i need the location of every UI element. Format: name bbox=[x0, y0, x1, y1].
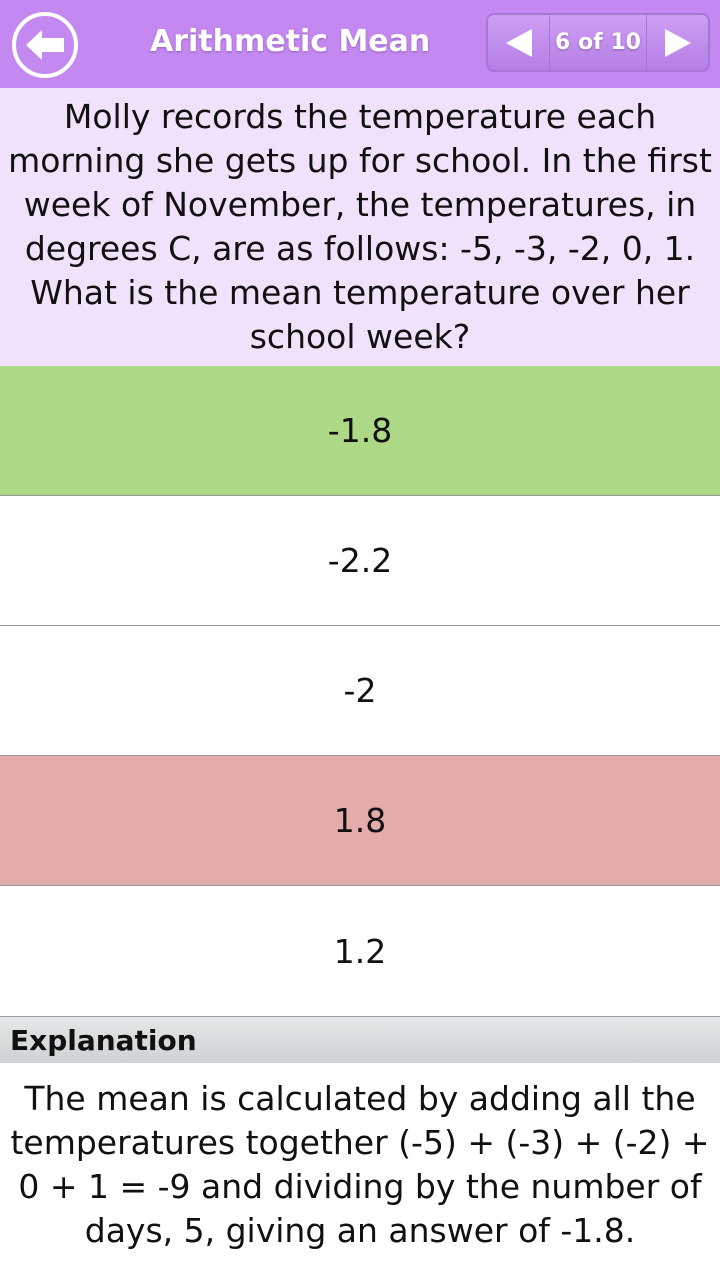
header-bar: Arithmetic Mean 6 of 10 bbox=[0, 0, 720, 88]
question-text: Molly records the temperature each morni… bbox=[8, 97, 712, 356]
next-question-button[interactable] bbox=[646, 15, 708, 70]
answer-option[interactable]: -2.2 bbox=[0, 496, 720, 626]
answer-option[interactable]: -1.8 bbox=[0, 366, 720, 496]
arrow-left-icon bbox=[26, 30, 64, 60]
previous-question-button[interactable] bbox=[488, 15, 550, 70]
answer-option[interactable]: 1.2 bbox=[0, 886, 720, 1016]
answer-option[interactable]: -2 bbox=[0, 626, 720, 756]
answer-label: -2 bbox=[343, 671, 377, 710]
answer-list: -1.8 -2.2 -2 1.8 1.2 bbox=[0, 366, 720, 1016]
explanation-text: The mean is calculated by adding all the… bbox=[10, 1079, 710, 1250]
triangle-right-icon bbox=[664, 28, 691, 57]
triangle-left-icon bbox=[505, 28, 532, 57]
answer-label: 1.8 bbox=[333, 801, 387, 840]
explanation-heading: Explanation bbox=[0, 1016, 720, 1063]
question-panel: Molly records the temperature each morni… bbox=[0, 88, 720, 366]
answer-label: -1.8 bbox=[327, 411, 393, 450]
question-pager: 6 of 10 bbox=[486, 13, 710, 72]
page-title: Arithmetic Mean bbox=[150, 24, 431, 59]
answer-label: 1.2 bbox=[333, 931, 387, 971]
question-counter: 6 of 10 bbox=[555, 30, 641, 55]
answer-label: -2.2 bbox=[327, 541, 393, 580]
quiz-screen: Arithmetic Mean 6 of 10 Molly records th… bbox=[0, 0, 720, 1280]
back-button[interactable] bbox=[12, 12, 78, 78]
answer-option[interactable]: 1.8 bbox=[0, 756, 720, 886]
